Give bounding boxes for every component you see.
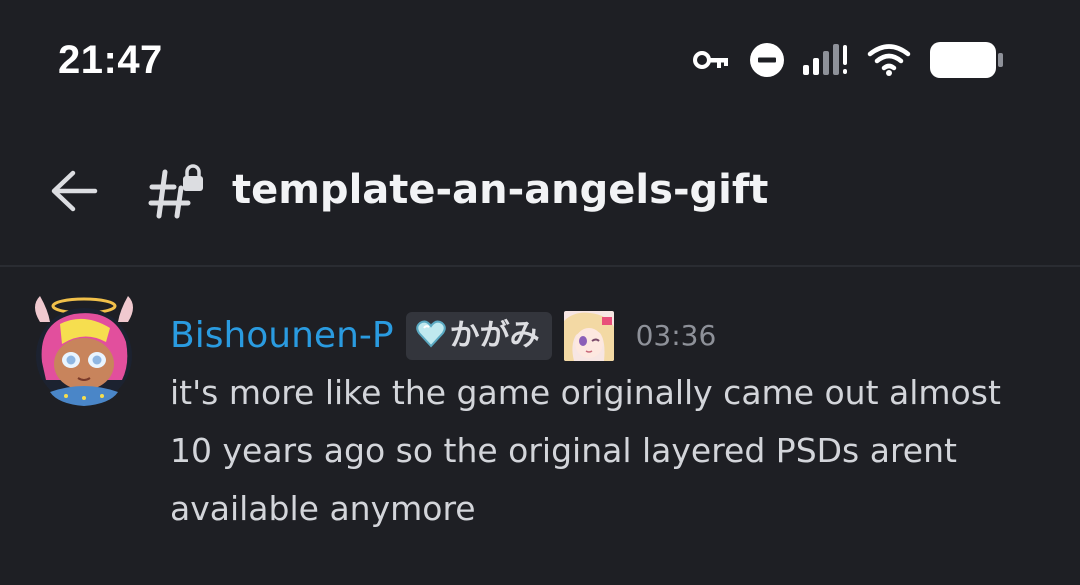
avatar[interactable] [26, 292, 142, 408]
header-divider [0, 265, 1080, 267]
server-tag-badge[interactable]: かがみ [405, 312, 552, 360]
heart-icon [415, 319, 446, 353]
message-line: it's more like the game originally came … [170, 373, 1001, 412]
do-not-disturb-icon [749, 42, 785, 78]
battery-icon [929, 41, 1005, 79]
channel-header: template-an-angels-gift [0, 110, 1080, 265]
channel-name[interactable]: template-an-angels-gift [232, 165, 768, 215]
timestamp: 03:36 [635, 319, 717, 352]
anime-character-icon[interactable] [563, 311, 614, 361]
signal-icon [803, 43, 849, 77]
message-line: 10 years ago so the original layered PSD… [170, 431, 957, 470]
arrow-left-icon [49, 169, 99, 217]
wifi-icon [867, 43, 911, 77]
status-icons [693, 38, 1005, 82]
status-bar: 21:47 [0, 0, 1080, 110]
server-tag-text: かがみ [449, 318, 540, 353]
message: Bishounen-P かがみ 03:36 it's more like the… [0, 268, 1080, 585]
message-content: it's more like the game originally came … [170, 364, 1050, 538]
vpn-key-icon [693, 48, 731, 72]
discord-channel-screen: 21:47 template-an-angels-gift Bishounen-… [0, 0, 1080, 585]
author-name[interactable]: Bishounen-P [170, 314, 394, 358]
back-button[interactable] [46, 165, 102, 221]
message-line: available anymore [170, 489, 476, 528]
status-time: 21:47 [58, 38, 163, 82]
message-header: Bishounen-P かがみ 03:36 [170, 308, 716, 364]
locked-text-channel-icon [148, 162, 210, 224]
